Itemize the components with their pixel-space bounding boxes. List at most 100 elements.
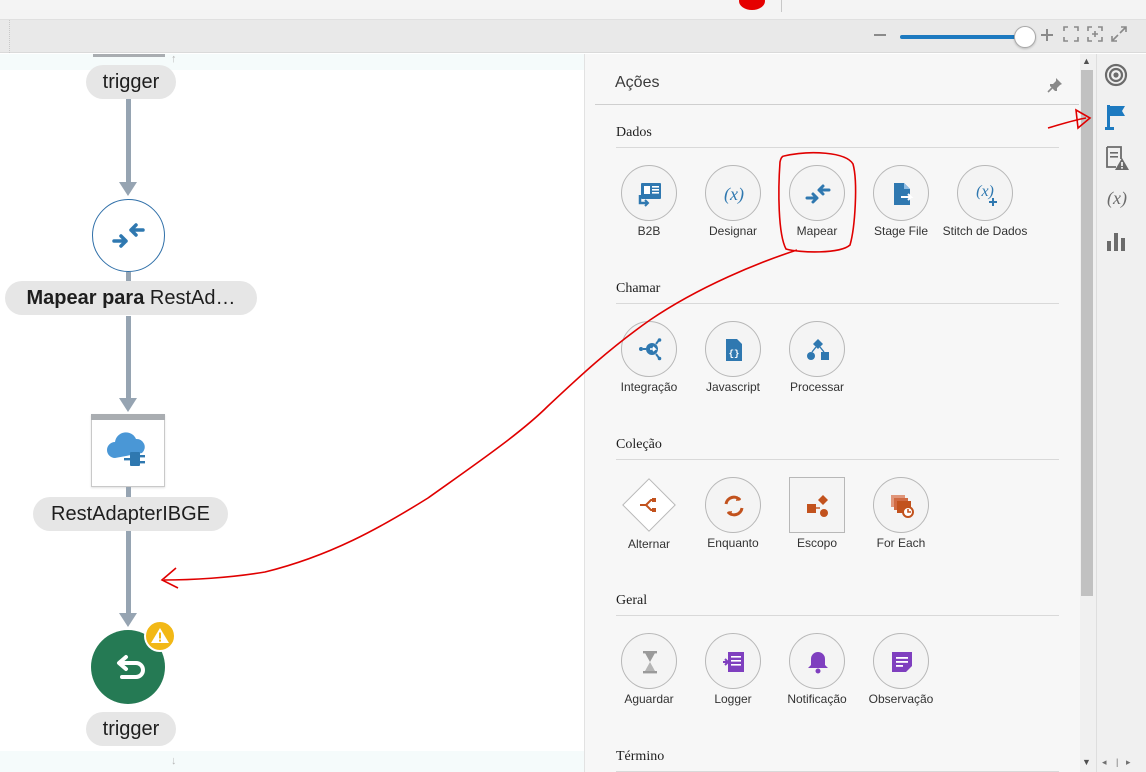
bottom-trigger-label[interactable]: trigger <box>86 712 176 746</box>
section-title-geral: Geral <box>616 593 648 608</box>
warning-icon[interactable] <box>144 620 176 652</box>
action-label: Enquanto <box>707 536 759 550</box>
data-stitch-icon: (x) <box>957 165 1013 221</box>
rail-errors-button[interactable] <box>1100 140 1132 174</box>
action-aguardar[interactable]: Aguardar <box>607 633 691 725</box>
action-b2b[interactable]: B2B <box>607 165 691 257</box>
integration-icon <box>621 321 677 377</box>
expand-icon[interactable] <box>1109 25 1129 47</box>
section-title-termino: Término <box>616 749 665 764</box>
zoom-slider-thumb[interactable] <box>1014 26 1036 48</box>
map-node-label[interactable]: Mapear para RestAd… <box>5 281 257 315</box>
action-label: Integração <box>620 380 678 394</box>
top-bar <box>0 0 1146 20</box>
rail-left-arrow-icon[interactable]: ◂ <box>1102 757 1107 768</box>
svg-text:(x): (x) <box>724 184 744 205</box>
record-indicator <box>739 0 765 10</box>
panel-title: Ações <box>615 74 660 91</box>
fit-to-screen-icon[interactable] <box>1061 25 1081 47</box>
actions-panel: Ações Dados B2B (x) Designar Mapear Stag… <box>584 54 1096 772</box>
action-javascript[interactable]: {} Javascript <box>691 321 775 413</box>
svg-text:{}: {} <box>729 349 740 359</box>
rest-adapter-node[interactable] <box>91 414 165 487</box>
action-stitch-de-dados[interactable]: (x) Stitch de Dados <box>943 165 1027 257</box>
target-icon <box>1104 63 1128 87</box>
map-node-label-target: RestAd… <box>149 287 236 309</box>
document-warning-icon <box>1106 146 1129 170</box>
action-notificacao[interactable]: Notificação <box>775 633 859 725</box>
flow-connector <box>126 98 131 184</box>
wait-icon <box>621 633 677 689</box>
action-label: Escopo <box>796 536 838 550</box>
rail-variables-button[interactable]: (x) <box>1100 182 1132 216</box>
rail-resize-controls[interactable]: ◂ | ▸ <box>1096 754 1146 772</box>
rail-actions-button[interactable] <box>1100 98 1132 132</box>
reset-zoom-icon[interactable] <box>1085 25 1105 47</box>
canvas-bottom-band <box>0 751 584 772</box>
rail-right-arrow-icon[interactable]: ▸ <box>1126 757 1131 768</box>
map-node[interactable] <box>92 199 165 272</box>
zoom-in-icon[interactable] <box>1037 25 1057 47</box>
integration-canvas-screen: ↑ trigger Mapear para RestAd… RestAdapte… <box>0 0 1146 772</box>
action-designar[interactable]: (x) Designar <box>691 165 775 257</box>
flow-connector <box>126 487 131 497</box>
action-alternar[interactable]: Alternar <box>607 477 691 569</box>
action-label: B2B <box>637 224 661 238</box>
scroll-down-hint-icon: ↓ <box>171 755 177 767</box>
zoom-out-icon[interactable] <box>870 25 890 47</box>
top-node-edge <box>93 54 165 57</box>
flow-canvas[interactable] <box>0 54 584 772</box>
flag-icon <box>1105 105 1125 130</box>
action-mapear[interactable]: Mapear <box>775 165 859 257</box>
scroll-down-icon[interactable]: ▼ <box>1082 757 1091 767</box>
flow-arrowhead <box>119 613 137 627</box>
action-logger[interactable]: Logger <box>691 633 775 725</box>
for-each-icon <box>873 477 929 533</box>
logger-icon <box>705 633 761 689</box>
action-observacao[interactable]: Observação <box>859 633 943 725</box>
rail-targets-button[interactable] <box>1100 58 1132 92</box>
map-node-icon <box>112 223 145 248</box>
action-stage-file[interactable]: Stage File <box>859 165 943 257</box>
action-processar[interactable]: Processar <box>775 321 859 413</box>
action-integracao[interactable]: Integração <box>607 321 691 413</box>
zoom-slider-track[interactable] <box>900 35 1030 39</box>
toolbar-handle <box>9 20 11 53</box>
svg-text:(x): (x) <box>976 183 994 200</box>
rail-tracking-button[interactable] <box>1100 224 1132 258</box>
b2b-icon <box>621 165 677 221</box>
top-trigger-label[interactable]: trigger <box>86 65 176 99</box>
action-escopo[interactable]: Escopo <box>775 477 859 569</box>
action-label: For Each <box>876 536 926 550</box>
section-title-chamar: Chamar <box>616 281 661 296</box>
scrollbar-thumb[interactable] <box>1081 70 1093 596</box>
bar-chart-icon <box>1107 233 1125 251</box>
map-icon <box>789 165 845 221</box>
scroll-up-hint-icon: ↑ <box>171 53 177 65</box>
action-enquanto[interactable]: Enquanto <box>691 477 775 569</box>
action-label: Processar <box>789 380 845 394</box>
action-label: Logger <box>714 692 752 706</box>
flow-connector <box>126 316 131 400</box>
action-label: Stitch de Dados <box>942 224 1028 238</box>
assign-icon: (x) <box>705 165 761 221</box>
action-label: Mapear <box>796 224 838 238</box>
flow-arrowhead <box>119 182 137 196</box>
while-icon <box>705 477 761 533</box>
pin-icon[interactable] <box>1047 77 1063 93</box>
stage-file-icon <box>873 165 929 221</box>
process-icon <box>789 321 845 377</box>
scope-icon <box>789 477 845 533</box>
section-divider <box>616 459 1059 460</box>
action-for-each[interactable]: For Each <box>859 477 943 569</box>
action-label: Aguardar <box>624 692 674 706</box>
rest-adapter-icon <box>107 432 145 466</box>
rail-divider-icon: | <box>1116 757 1119 767</box>
section-divider <box>616 147 1059 148</box>
canvas-top-band <box>0 54 584 70</box>
section-title-colecao: Coleção <box>616 437 662 452</box>
top-bar-separator <box>781 0 782 12</box>
scroll-up-icon[interactable]: ▲ <box>1082 56 1091 66</box>
rest-node-label[interactable]: RestAdapterIBGE <box>33 497 228 531</box>
svg-text:(x): (x) <box>1107 188 1127 209</box>
